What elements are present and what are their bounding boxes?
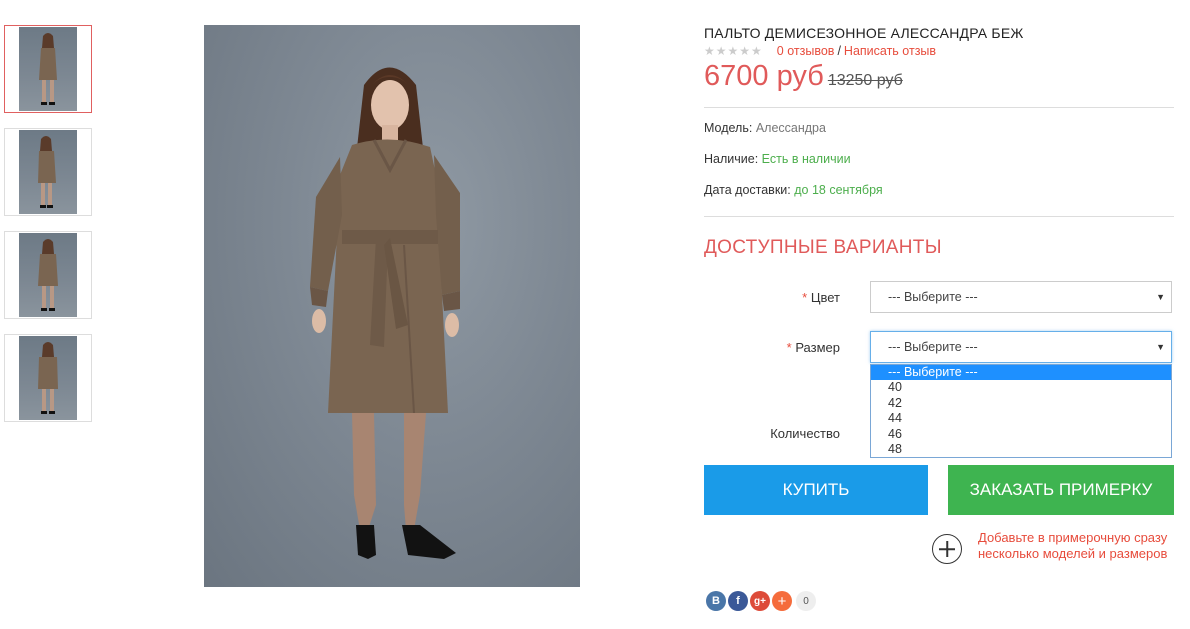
thumbnail-model-image <box>38 342 58 414</box>
model-label: Модель: <box>704 121 753 135</box>
thumbnail-model-image <box>39 33 57 105</box>
stock-value: Есть в наличии <box>761 152 851 166</box>
size-option[interactable]: 42 <box>871 396 1171 411</box>
size-option[interactable]: 40 <box>871 380 1171 395</box>
model-value: Алессандра <box>755 121 826 135</box>
size-option[interactable]: 44 <box>871 411 1171 426</box>
thumbnail-1[interactable] <box>4 25 92 113</box>
thumbnail-3[interactable] <box>4 231 92 319</box>
rating-stars-icon: ★★★★★ <box>704 44 763 58</box>
divider <box>704 107 1174 108</box>
stock-label: Наличие: <box>704 152 759 166</box>
delivery-info: Дата доставки: до 18 сентября <box>704 183 883 197</box>
chevron-down-icon: ▼ <box>1156 292 1165 302</box>
price-old: 13250 руб <box>827 72 903 89</box>
size-select[interactable]: --- Выберите --- ▼ <box>870 331 1172 363</box>
google-plus-share-icon[interactable]: g+ <box>750 591 770 611</box>
social-share: В f g+ + 0 <box>706 591 816 611</box>
chevron-down-icon: ▼ <box>1156 342 1165 352</box>
main-product-image[interactable] <box>204 25 580 587</box>
share-count: 0 <box>796 591 816 611</box>
add-share-icon[interactable]: + <box>772 591 792 611</box>
model-figure <box>310 67 460 559</box>
vk-share-icon[interactable]: В <box>706 591 726 611</box>
stock-info: Наличие: Есть в наличии <box>704 152 851 166</box>
size-option[interactable]: 46 <box>871 427 1171 442</box>
color-select[interactable]: --- Выберите --- ▼ <box>870 281 1172 313</box>
write-review-link[interactable]: Написать отзыв <box>844 44 936 58</box>
rating-row: ★★★★★ 0 отзывов / Написать отзыв <box>704 44 936 58</box>
size-option[interactable]: --- Выберите --- <box>871 365 1171 381</box>
size-select-value: --- Выберите --- <box>888 340 978 354</box>
thumbnail-list <box>4 25 92 437</box>
size-dropdown-list[interactable]: --- Выберите --- 40 42 44 46 48 <box>870 364 1172 458</box>
buy-button[interactable]: КУПИТЬ <box>704 465 928 515</box>
model-info: Модель: Алессандра <box>704 121 826 135</box>
tryon-note: Добавьте в примерочную сразу несколько м… <box>932 530 1178 564</box>
size-label: * Размер <box>760 340 840 355</box>
price-block: 6700 руб 13250 руб <box>704 60 903 93</box>
facebook-share-icon[interactable]: f <box>728 591 748 611</box>
product-title: ПАЛЬТО ДЕМИСЕЗОННОЕ АЛЕССАНДРА БЕЖ <box>704 25 1024 41</box>
divider <box>704 216 1174 217</box>
thumbnail-2[interactable] <box>4 128 92 216</box>
price-current: 6700 руб <box>704 60 824 92</box>
rating-separator: / <box>837 44 841 58</box>
color-label: * Цвет <box>760 290 840 305</box>
thumbnail-4[interactable] <box>4 334 92 422</box>
thumbnail-model-image <box>38 239 58 311</box>
add-to-fitting-icon[interactable] <box>932 534 962 564</box>
size-option[interactable]: 48 <box>871 442 1171 457</box>
required-mark: * <box>786 340 792 355</box>
order-fitting-button[interactable]: ЗАКАЗАТЬ ПРИМЕРКУ <box>948 465 1174 515</box>
reviews-link[interactable]: 0 отзывов <box>777 44 835 58</box>
quantity-label: Количество <box>770 426 840 441</box>
size-label-text: Размер <box>795 340 840 355</box>
tryon-note-text: Добавьте в примерочную сразу несколько м… <box>978 530 1168 561</box>
delivery-value: до 18 сентября <box>794 183 883 197</box>
color-label-text: Цвет <box>810 290 840 305</box>
color-select-value: --- Выберите --- <box>888 290 978 304</box>
delivery-label: Дата доставки: <box>704 183 791 197</box>
options-title: ДОСТУПНЫЕ ВАРИАНТЫ <box>704 237 942 258</box>
required-mark: * <box>802 290 808 305</box>
thumbnail-model-image <box>38 136 56 208</box>
